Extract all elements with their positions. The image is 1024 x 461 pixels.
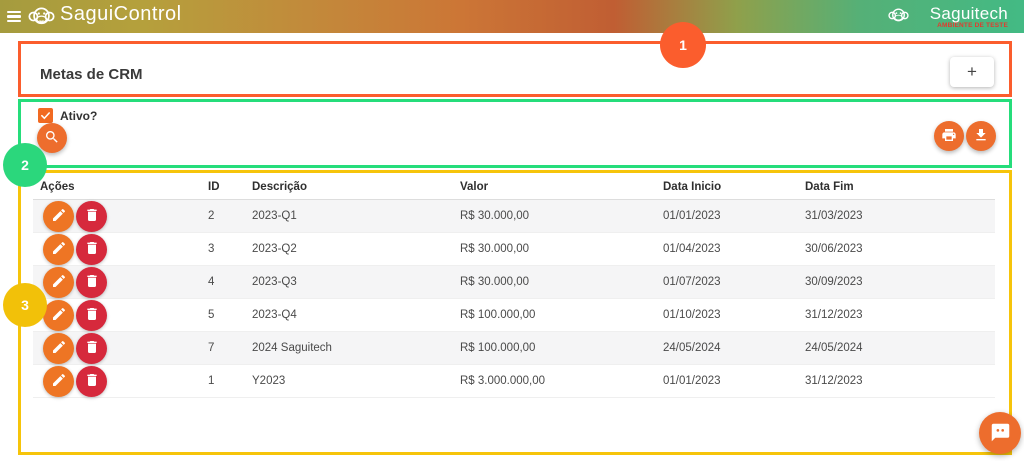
topbar: SaguiControl Saguitech AMBIENTE DE TESTE (0, 0, 1024, 33)
cell-data-inicio: 01/07/2023 (656, 265, 798, 298)
cell-id: 2 (201, 199, 245, 232)
chat-button[interactable] (979, 412, 1021, 454)
cell-data-inicio: 01/04/2023 (656, 232, 798, 265)
edit-button[interactable] (43, 366, 74, 397)
active-filter-checkbox[interactable]: Ativo? (38, 108, 97, 123)
table-row: 2 2023-Q1 R$ 30.000,00 01/01/2023 31/03/… (33, 199, 995, 232)
screen: SaguiControl Saguitech AMBIENTE DE TESTE… (0, 0, 1024, 461)
trash-icon (84, 372, 100, 391)
search-button[interactable] (37, 123, 67, 153)
delete-button[interactable] (76, 267, 107, 298)
trash-icon (84, 207, 100, 226)
saguicontrol-logo-monkey-icon (28, 3, 55, 30)
cell-data-inicio: 01/10/2023 (656, 298, 798, 331)
column-header-acoes: Ações (33, 175, 201, 199)
cell-descricao: Y2023 (245, 364, 453, 397)
pencil-icon (51, 306, 67, 325)
cell-valor: R$ 30.000,00 (453, 232, 656, 265)
cell-data-fim: 30/06/2023 (798, 232, 995, 265)
print-button[interactable] (934, 121, 964, 151)
active-filter-label: Ativo? (60, 109, 97, 123)
pencil-icon (51, 207, 67, 226)
edit-button[interactable] (43, 333, 74, 364)
page-title: Metas de CRM (40, 66, 143, 83)
app-title: SaguiControl (60, 3, 182, 26)
cell-data-fim: 24/05/2024 (798, 331, 995, 364)
delete-button[interactable] (76, 234, 107, 265)
cell-valor: R$ 30.000,00 (453, 199, 656, 232)
search-icon (44, 129, 60, 148)
cell-id: 4 (201, 265, 245, 298)
cell-data-fim: 31/12/2023 (798, 298, 995, 331)
table-region: Ações ID Descrição Valor Data Inicio Dat… (18, 170, 1012, 455)
cell-valor: R$ 100.000,00 (453, 331, 656, 364)
pencil-icon (51, 339, 67, 358)
column-header-valor: Valor (453, 175, 656, 199)
annotation-badge-1: 1 (660, 22, 706, 68)
column-header-descricao: Descrição (245, 175, 453, 199)
add-button[interactable]: + (950, 57, 994, 87)
table-row: 5 2023-Q4 R$ 100.000,00 01/10/2023 31/12… (33, 298, 995, 331)
table-row: 7 2024 Saguitech R$ 100.000,00 24/05/202… (33, 331, 995, 364)
cell-data-fim: 31/12/2023 (798, 364, 995, 397)
cell-descricao: 2023-Q3 (245, 265, 453, 298)
table-header-row: Ações ID Descrição Valor Data Inicio Dat… (33, 175, 995, 199)
annotation-badge-2: 2 (3, 143, 47, 187)
pencil-icon (51, 372, 67, 391)
trash-icon (84, 273, 100, 292)
edit-button[interactable] (43, 234, 74, 265)
cell-data-inicio: 01/01/2023 (656, 199, 798, 232)
filter-region: Ativo? (18, 99, 1012, 168)
cell-data-fim: 31/03/2023 (798, 199, 995, 232)
edit-button[interactable] (43, 300, 74, 331)
cell-data-inicio: 01/01/2023 (656, 364, 798, 397)
column-header-id: ID (201, 175, 245, 199)
saguitech-logo-monkey-icon (888, 5, 909, 26)
table-row: 4 2023-Q3 R$ 30.000,00 01/07/2023 30/09/… (33, 265, 995, 298)
edit-button[interactable] (43, 201, 74, 232)
cell-descricao: 2023-Q2 (245, 232, 453, 265)
cell-data-inicio: 24/05/2024 (656, 331, 798, 364)
printer-icon (941, 127, 957, 146)
table-row: 1 Y2023 R$ 3.000.000,00 01/01/2023 31/12… (33, 364, 995, 397)
pencil-icon (51, 240, 67, 259)
delete-button[interactable] (76, 333, 107, 364)
cell-valor: R$ 100.000,00 (453, 298, 656, 331)
cell-id: 3 (201, 232, 245, 265)
page-header-region: Metas de CRM + (18, 41, 1012, 97)
column-header-data-inicio: Data Inicio (656, 175, 798, 199)
checkbox-checked-icon[interactable] (38, 108, 53, 123)
column-header-data-fim: Data Fim (798, 175, 995, 199)
cell-data-fim: 30/09/2023 (798, 265, 995, 298)
cell-descricao: 2023-Q4 (245, 298, 453, 331)
brand-environment-label: AMBIENTE DE TESTE (937, 22, 1008, 29)
delete-button[interactable] (76, 300, 107, 331)
annotation-badge-3: 3 (3, 283, 47, 327)
cell-id: 7 (201, 331, 245, 364)
brand-name: Saguitech (930, 4, 1008, 24)
download-button[interactable] (966, 121, 996, 151)
cell-descricao: 2024 Saguitech (245, 331, 453, 364)
chat-bubble-icon (990, 420, 1011, 446)
cell-id: 1 (201, 364, 245, 397)
download-icon (973, 127, 989, 146)
menu-icon[interactable] (7, 11, 21, 22)
delete-button[interactable] (76, 366, 107, 397)
goals-table: Ações ID Descrição Valor Data Inicio Dat… (33, 175, 995, 398)
cell-id: 5 (201, 298, 245, 331)
trash-icon (84, 306, 100, 325)
pencil-icon (51, 273, 67, 292)
cell-valor: R$ 30.000,00 (453, 265, 656, 298)
edit-button[interactable] (43, 267, 74, 298)
table-row: 3 2023-Q2 R$ 30.000,00 01/04/2023 30/06/… (33, 232, 995, 265)
delete-button[interactable] (76, 201, 107, 232)
cell-valor: R$ 3.000.000,00 (453, 364, 656, 397)
plus-icon: + (967, 62, 977, 81)
trash-icon (84, 240, 100, 259)
trash-icon (84, 339, 100, 358)
cell-descricao: 2023-Q1 (245, 199, 453, 232)
